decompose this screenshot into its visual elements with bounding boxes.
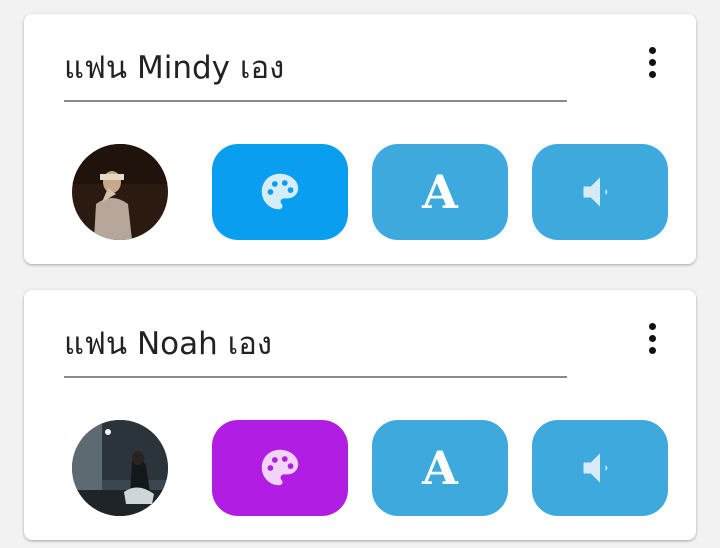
sound-button[interactable] xyxy=(532,420,668,516)
font-icon: A xyxy=(422,441,458,495)
nickname-field[interactable]: แฟน Noah เอง xyxy=(64,326,567,378)
palette-button[interactable] xyxy=(212,420,348,516)
font-button[interactable]: A xyxy=(372,420,508,516)
speaker-icon xyxy=(583,177,608,207)
palette-button[interactable] xyxy=(212,144,348,240)
avatar[interactable] xyxy=(72,144,168,240)
more-vert-icon[interactable] xyxy=(642,320,662,356)
font-button[interactable]: A xyxy=(372,144,508,240)
nickname-field[interactable]: แฟน Mindy เอง xyxy=(64,50,567,102)
more-vert-icon[interactable] xyxy=(642,44,662,80)
palette-icon xyxy=(261,173,299,210)
speaker-icon xyxy=(583,453,608,483)
sound-button[interactable] xyxy=(532,144,668,240)
avatar-photo xyxy=(72,144,168,240)
nickname-card-1: แฟน Mindy เอง A xyxy=(24,14,696,264)
nickname-text[interactable]: แฟน Mindy เอง xyxy=(64,42,284,92)
nickname-card-2: แฟน Noah เอง A xyxy=(24,290,696,540)
nickname-text[interactable]: แฟน Noah เอง xyxy=(64,318,272,368)
font-icon: A xyxy=(422,165,458,219)
avatar-photo xyxy=(72,420,168,516)
avatar[interactable] xyxy=(72,420,168,516)
palette-icon xyxy=(261,449,299,486)
